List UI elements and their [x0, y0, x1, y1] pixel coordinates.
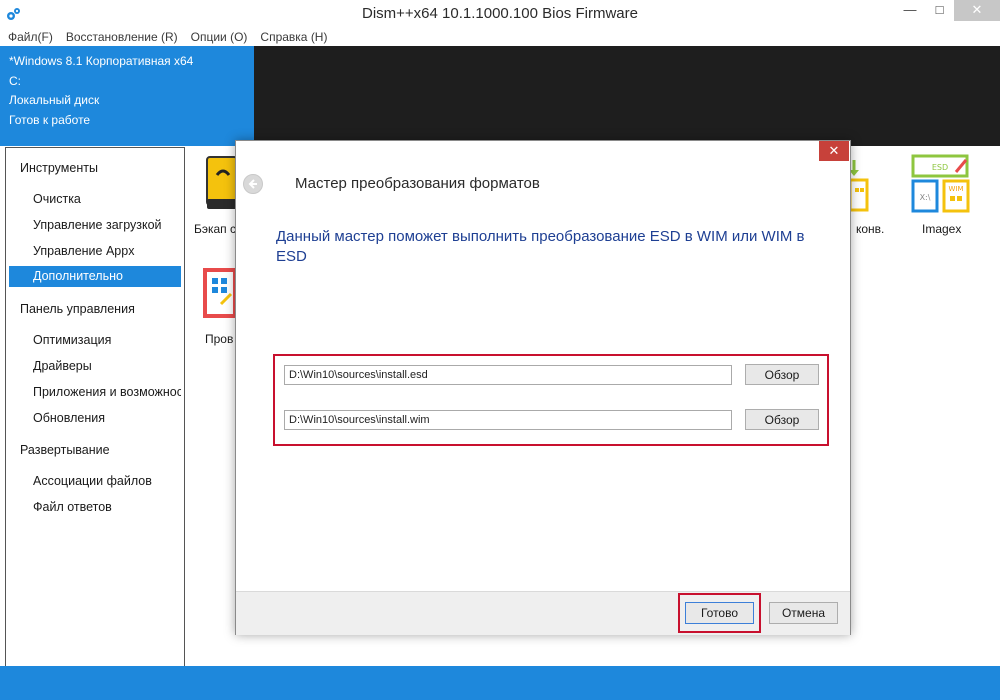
done-highlight-frame	[678, 593, 761, 633]
session-list-area[interactable]	[254, 46, 1000, 146]
tile-label-convert: конв.	[856, 222, 885, 236]
dialog-title: Мастер преобразования форматов	[295, 175, 540, 192]
menu-file[interactable]: Файл(F)	[3, 28, 58, 46]
dialog-close-button[interactable]: ✕	[819, 141, 849, 161]
source-path-input[interactable]	[284, 365, 732, 385]
sidebar-item-boot-manager[interactable]: Управление загрузкой	[9, 215, 181, 236]
session-info-panel[interactable]: *Windows 8.1 Корпоративная x64 C: Локаль…	[0, 46, 254, 146]
tile-label-imagex: Imagex	[922, 222, 962, 236]
sidebar-group-tools: Инструменты	[20, 161, 98, 175]
menu-bar: Файл(F) Восстановление (R) Опции (O) Справк…	[0, 28, 1000, 46]
os-name: *Windows 8.1 Корпоративная x64	[9, 54, 194, 68]
browse-target-button[interactable]: Обзор	[745, 409, 819, 430]
sidebar-group-control-panel: Панель управления	[20, 302, 135, 316]
backup-drive-icon[interactable]	[205, 155, 239, 213]
imagex-badge-top: ESD	[932, 163, 948, 172]
sidebar-item-optimization[interactable]: Оптимизация	[9, 330, 181, 351]
status-bar	[0, 666, 1000, 700]
convert-icon[interactable]	[848, 158, 870, 214]
menu-options[interactable]: Опции (O)	[186, 28, 253, 46]
target-path-input[interactable]	[284, 410, 732, 430]
cancel-button[interactable]: Отмена	[769, 602, 838, 624]
window-title: Dism++x64 10.1.1000.100 Bios Firmware	[362, 5, 638, 22]
status-text: Готов к работе	[9, 112, 91, 127]
menu-restore[interactable]: Восстановление (R)	[61, 28, 183, 46]
minimize-button[interactable]: —	[895, 0, 925, 21]
imagex-badge-wim: WIM	[948, 185, 963, 193]
sidebar-group-deployment: Развертывание	[20, 443, 110, 457]
arrow-left-icon	[248, 179, 257, 189]
sidebar-item-apps-features[interactable]: Приложения и возможности	[9, 382, 181, 403]
window-titlebar: Dism++x64 10.1.1000.100 Bios Firmware — …	[0, 0, 1000, 28]
menu-help[interactable]: Справка (H)	[255, 28, 332, 46]
check-image-icon[interactable]	[203, 268, 237, 318]
browse-source-button[interactable]: Обзор	[745, 364, 819, 385]
sidebar-item-cleanup[interactable]: Очистка	[9, 189, 181, 210]
format-conversion-dialog: ✕ Мастер преобразования форматов Данный …	[235, 140, 851, 635]
tile-label-check: Пров	[205, 332, 234, 346]
back-button[interactable]	[243, 174, 263, 194]
maximize-button[interactable]: □	[925, 0, 954, 21]
sidebar-item-drivers[interactable]: Драйверы	[9, 356, 181, 377]
imagex-badge-xy: X:\	[920, 193, 931, 202]
sidebar-item-advanced[interactable]: Дополнительно	[9, 266, 181, 287]
sidebar-item-updates[interactable]: Обновления	[9, 408, 181, 429]
dialog-description: Данный мастер поможет выполнить преобраз…	[276, 228, 805, 265]
imagex-icon[interactable]: ESD X:\ WIM	[910, 154, 972, 214]
sidebar-item-answer-file[interactable]: Файл ответов	[9, 497, 181, 518]
close-window-button[interactable]: ✕	[954, 0, 1000, 21]
tile-label-backup: Бэкап с	[194, 222, 237, 236]
sidebar: Инструменты Очистка Управление загрузкой…	[5, 147, 185, 667]
sidebar-item-appx[interactable]: Управление Appx	[9, 241, 181, 262]
drive-letter: C:	[9, 73, 21, 88]
disk-type: Локальный диск	[9, 93, 100, 107]
sidebar-item-file-associations[interactable]: Ассоциации файлов	[9, 471, 181, 492]
